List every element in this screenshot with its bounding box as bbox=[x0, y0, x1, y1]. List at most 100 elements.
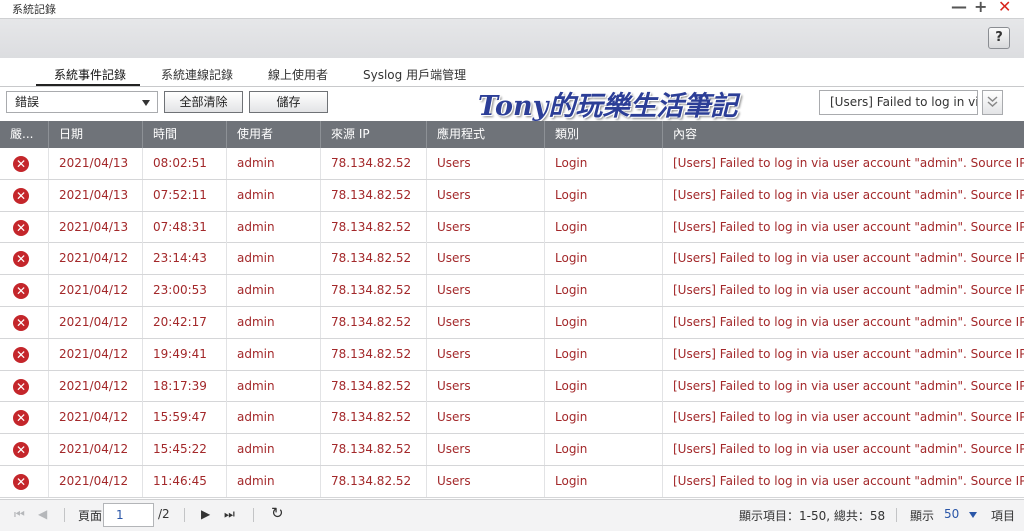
table-row[interactable]: ✕ 2021/04/13 07:48:31 admin 78.134.82.52 User… bbox=[0, 211, 1024, 244]
pager-divider bbox=[896, 508, 897, 522]
column-header-category[interactable]: 類別 bbox=[545, 121, 663, 148]
cell-application: Users bbox=[427, 275, 545, 307]
cell-date: 2021/04/13 bbox=[49, 148, 143, 179]
cell-content: [Users] Failed to log in via user accoun… bbox=[673, 187, 1024, 202]
error-icon: ✕ bbox=[13, 314, 29, 331]
cell-date: 2021/04/13 bbox=[49, 179, 143, 211]
prev-page-icon[interactable]: ◀ bbox=[38, 507, 47, 521]
help-button[interactable]: ? bbox=[988, 27, 1010, 49]
cell-content: [Users] Failed to log in via user accoun… bbox=[673, 410, 1024, 425]
cell-category: Login bbox=[545, 306, 663, 338]
first-page-icon[interactable]: ⏮ bbox=[14, 507, 25, 522]
cell-user: admin bbox=[227, 434, 321, 466]
column-header-date[interactable]: 日期 bbox=[49, 121, 143, 148]
table-row[interactable]: ✕ 2021/04/12 18:17:39 admin 78.134.82.52 User… bbox=[0, 370, 1024, 403]
cell-user: admin bbox=[227, 306, 321, 338]
table-row[interactable]: ✕ 2021/04/12 23:00:53 admin 78.134.82.52 User… bbox=[0, 275, 1024, 307]
tab-connection-logs[interactable]: 系統連線記錄 bbox=[161, 66, 233, 83]
table-row[interactable]: ✕ 2021/04/13 08:02:51 admin 78.134.82.52 User… bbox=[0, 148, 1024, 180]
tab-bar: 系統事件記錄 系統連線記錄 線上使用者 Syslog 用戶端管理 bbox=[0, 64, 1024, 86]
column-header-user[interactable]: 使用者 bbox=[227, 121, 321, 148]
cell-application: Users bbox=[427, 370, 545, 402]
column-header-time[interactable]: 時間 bbox=[143, 121, 227, 148]
cell-date: 2021/04/12 bbox=[49, 465, 143, 497]
table-row[interactable]: ✕ 2021/04/12 23:14:43 admin 78.134.82.52 User… bbox=[0, 243, 1024, 276]
cell-application: Users bbox=[427, 402, 545, 434]
tab-online-users[interactable]: 線上使用者 bbox=[268, 66, 328, 83]
cell-application: Users bbox=[427, 148, 545, 179]
table-body: ✕ 2021/04/13 08:02:51 admin 78.134.82.52 User… bbox=[0, 148, 1024, 498]
cell-source-ip: 78.134.82.52 bbox=[321, 211, 427, 243]
cell-date: 2021/04/12 bbox=[49, 275, 143, 307]
cell-date: 2021/04/12 bbox=[49, 243, 143, 275]
error-icon: ✕ bbox=[13, 410, 29, 427]
cell-time: 15:45:22 bbox=[143, 434, 227, 466]
cell-time: 20:42:17 bbox=[143, 306, 227, 338]
table-row[interactable]: ✕ 2021/04/12 15:45:22 admin 78.134.82.52 User… bbox=[0, 434, 1024, 466]
severity-select[interactable]: 錯誤 bbox=[6, 91, 158, 113]
cell-severity: ✕ bbox=[0, 402, 49, 434]
page-number-input[interactable]: 1 bbox=[103, 503, 154, 527]
cell-time: 23:14:43 bbox=[143, 243, 227, 275]
column-header-severity[interactable]: 嚴... bbox=[0, 121, 49, 148]
cell-category: Login bbox=[545, 402, 663, 434]
cell-source-ip: 78.134.82.52 bbox=[321, 402, 427, 434]
cell-severity: ✕ bbox=[0, 434, 49, 466]
search-input[interactable]: [Users] Failed to log in via bbox=[819, 90, 978, 115]
per-page-select[interactable]: 50 bbox=[944, 507, 959, 521]
double-chevron-down-icon[interactable] bbox=[982, 90, 1003, 115]
cell-category: Login bbox=[545, 434, 663, 466]
pager-divider bbox=[184, 508, 185, 522]
cell-time: 15:59:47 bbox=[143, 402, 227, 434]
page-label: 頁面 bbox=[78, 509, 103, 523]
minimize-button[interactable]: — bbox=[951, 0, 967, 16]
error-icon: ✕ bbox=[13, 219, 29, 236]
cell-user: admin bbox=[227, 465, 321, 497]
error-icon: ✕ bbox=[13, 156, 29, 172]
column-header-content[interactable]: 內容 bbox=[663, 121, 1024, 148]
cell-date: 2021/04/12 bbox=[49, 402, 143, 434]
column-header-source-ip[interactable]: 來源 IP bbox=[321, 121, 427, 148]
cell-category: Login bbox=[545, 370, 663, 402]
cell-category: Login bbox=[545, 338, 663, 370]
cell-content: [Users] Failed to log in via user accoun… bbox=[673, 473, 1024, 488]
cell-content: [Users] Failed to log in via user accoun… bbox=[673, 442, 1024, 457]
cell-user: admin bbox=[227, 243, 321, 275]
cell-category: Login bbox=[545, 148, 663, 179]
table-row[interactable]: ✕ 2021/04/12 19:49:41 admin 78.134.82.52 User… bbox=[0, 338, 1024, 371]
cell-user: admin bbox=[227, 402, 321, 434]
refresh-icon[interactable]: ↻ bbox=[271, 504, 284, 522]
error-icon: ✕ bbox=[13, 187, 29, 204]
next-page-icon[interactable]: ▶ bbox=[201, 507, 210, 521]
close-button[interactable]: ✕ bbox=[998, 0, 1011, 16]
cell-user: admin bbox=[227, 179, 321, 211]
table-row[interactable]: ✕ 2021/04/13 07:52:11 admin 78.134.82.52 User… bbox=[0, 179, 1024, 212]
tab-syslog-client[interactable]: Syslog 用戶端管理 bbox=[363, 66, 466, 83]
cell-source-ip: 78.134.82.52 bbox=[321, 338, 427, 370]
cell-source-ip: 78.134.82.52 bbox=[321, 179, 427, 211]
cell-category: Login bbox=[545, 275, 663, 307]
cell-user: admin bbox=[227, 211, 321, 243]
cell-date: 2021/04/12 bbox=[49, 434, 143, 466]
error-icon: ✕ bbox=[13, 473, 29, 490]
chevron-down-icon[interactable] bbox=[969, 512, 977, 518]
column-header-application[interactable]: 應用程式 bbox=[427, 121, 545, 148]
window-titlebar: 系統記錄 — + ✕ bbox=[0, 0, 1024, 16]
error-icon: ✕ bbox=[13, 251, 29, 268]
tab-system-events[interactable]: 系統事件記錄 bbox=[54, 66, 126, 83]
cell-user: admin bbox=[227, 370, 321, 402]
save-button[interactable]: 儲存 bbox=[249, 91, 328, 113]
maximize-button[interactable]: + bbox=[974, 0, 987, 16]
table-row[interactable]: ✕ 2021/04/12 15:59:47 admin 78.134.82.52 User… bbox=[0, 402, 1024, 435]
cell-application: Users bbox=[427, 434, 545, 466]
last-page-icon[interactable]: ⏭ bbox=[224, 507, 235, 522]
clear-all-button[interactable]: 全部清除 bbox=[164, 91, 243, 113]
event-log-table: 嚴... 日期 時間 使用者 來源 IP 應用程式 類別 內容 ✕ 2021/04… bbox=[0, 121, 1024, 498]
severity-select-value: 錯誤 bbox=[15, 95, 40, 109]
cell-date: 2021/04/13 bbox=[49, 211, 143, 243]
cell-source-ip: 78.134.82.52 bbox=[321, 148, 427, 179]
cell-application: Users bbox=[427, 306, 545, 338]
cell-application: Users bbox=[427, 465, 545, 497]
table-row[interactable]: ✕ 2021/04/12 11:46:45 admin 78.134.82.52 User… bbox=[0, 465, 1024, 498]
table-row[interactable]: ✕ 2021/04/12 20:42:17 admin 78.134.82.52 User… bbox=[0, 306, 1024, 339]
